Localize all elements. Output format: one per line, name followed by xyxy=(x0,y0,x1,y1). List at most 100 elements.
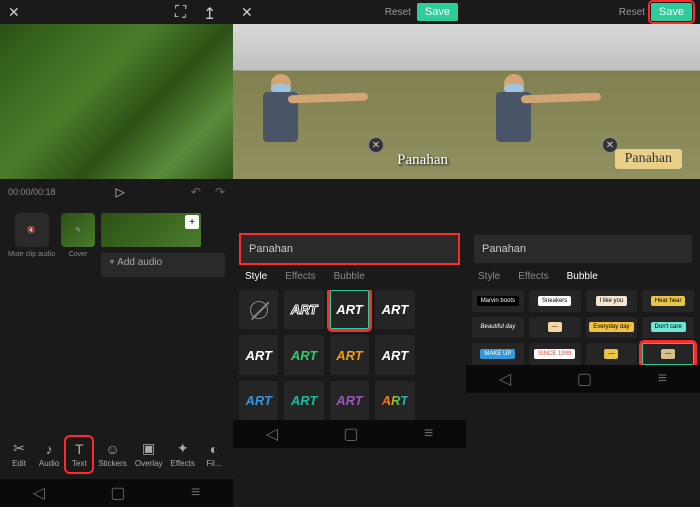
editor-panel: ✕ ⛶ ↥ 00:00/00:18 ▷ ↶ ↷ 🔇 Mute clip audi… xyxy=(0,0,233,507)
style-option[interactable]: ART xyxy=(330,381,369,420)
android-nav: ◁ ▢ ≡ xyxy=(233,420,466,448)
style-tabs: Style Effects Bubble xyxy=(233,263,466,290)
tool-overlay[interactable]: ▣Overlay xyxy=(133,437,165,472)
bubble-option[interactable]: — xyxy=(586,343,638,365)
text-overlay[interactable]: Panahan xyxy=(615,149,682,169)
text-bubble-panel: Reset Save ✕ Panahan Style Effects Bubbl… xyxy=(466,0,700,507)
topbar: ✕ ⛶ ↥ xyxy=(0,0,233,24)
style-option-selected[interactable]: ART xyxy=(330,290,369,329)
tab-style[interactable]: Style xyxy=(245,271,267,282)
tool-filters[interactable]: ◐Fil... xyxy=(201,437,227,472)
android-nav: ◁ ▢ ≡ xyxy=(0,479,233,507)
cover-button[interactable]: ✎ Cover xyxy=(61,213,95,421)
bubble-grid: Marvin boots Sneakers I like you Hear he… xyxy=(466,290,700,365)
timeline: 🔇 Mute clip audio ✎ Cover + + Add audio xyxy=(0,205,233,429)
tool-edit[interactable]: ✂Edit xyxy=(6,437,32,472)
reset-button[interactable]: Reset xyxy=(619,7,645,18)
preview-frame: ✕ Panahan xyxy=(466,24,700,179)
preview-frame: ✕ Panahan xyxy=(233,24,466,179)
clip-thumbnail[interactable]: + xyxy=(101,213,201,247)
mute-clip-button[interactable]: 🔇 Mute clip audio xyxy=(8,213,55,421)
bubble-option[interactable]: Marvin boots xyxy=(472,290,524,312)
mute-label: Mute clip audio xyxy=(8,251,55,258)
home-icon[interactable]: ▢ xyxy=(343,424,358,444)
tab-bubble[interactable]: Bubble xyxy=(567,271,598,282)
style-grid: ART ART ART ART ART ART ART ART ART ART … xyxy=(233,290,466,420)
timecode-row: 00:00/00:18 ▷ ↶ ↷ xyxy=(0,179,233,205)
bubble-option-selected[interactable]: — xyxy=(642,343,694,365)
back-icon[interactable]: ◁ xyxy=(499,369,511,389)
close-icon[interactable]: ✕ xyxy=(8,4,20,21)
save-button[interactable]: Save xyxy=(417,3,458,21)
add-audio-button[interactable]: + Add audio xyxy=(101,253,225,277)
topbar: ✕ Reset Save xyxy=(233,0,466,24)
text-input[interactable] xyxy=(474,235,692,263)
style-option[interactable]: ART xyxy=(330,335,369,374)
tab-bubble[interactable]: Bubble xyxy=(334,271,365,282)
tab-effects[interactable]: Effects xyxy=(518,271,548,282)
text-icon: T xyxy=(75,441,84,457)
recent-icon[interactable]: ≡ xyxy=(191,484,200,502)
video-preview[interactable]: ✕ Panahan xyxy=(466,24,700,179)
bubble-option[interactable]: MAKE UP xyxy=(472,343,524,365)
text-input[interactable] xyxy=(241,235,458,263)
style-option[interactable]: ART xyxy=(284,381,323,420)
style-option[interactable]: ART xyxy=(239,381,278,420)
play-icon[interactable]: ▷ xyxy=(116,185,125,199)
home-icon[interactable]: ▢ xyxy=(577,369,592,389)
style-option[interactable]: ART xyxy=(375,381,414,420)
tab-effects[interactable]: Effects xyxy=(285,271,315,282)
cover-icon: ✎ xyxy=(75,226,81,234)
recent-icon[interactable]: ≡ xyxy=(658,370,667,388)
undo-icon[interactable]: ↶ xyxy=(191,185,201,199)
bubble-option[interactable]: — xyxy=(529,317,581,339)
style-option[interactable]: ART xyxy=(284,335,323,374)
upload-icon[interactable]: ↥ xyxy=(203,4,219,20)
recent-icon[interactable]: ≡ xyxy=(424,425,433,443)
tool-text[interactable]: TText xyxy=(66,437,92,472)
tool-stickers[interactable]: ☺Stickers xyxy=(96,437,128,472)
style-option[interactable]: ART xyxy=(284,290,323,329)
bubble-option[interactable]: Everyday day xyxy=(586,317,638,339)
bubble-option[interactable]: Beautiful day xyxy=(472,317,524,339)
tool-effects[interactable]: ✦Effects xyxy=(169,437,197,472)
save-button[interactable]: Save xyxy=(651,3,692,21)
video-preview[interactable] xyxy=(0,24,233,179)
scissors-icon: ✂ xyxy=(13,441,25,457)
mute-icon: 🔇 xyxy=(27,226,36,234)
cover-label: Cover xyxy=(69,251,88,258)
bubble-option[interactable]: Don't care xyxy=(642,317,694,339)
bubble-option[interactable]: I like you xyxy=(586,290,638,312)
style-tabs: Style Effects Bubble xyxy=(466,263,700,290)
tool-bar: ✂Edit ♪Audio TText ☺Stickers ▣Overlay ✦E… xyxy=(0,429,233,479)
note-icon: ♪ xyxy=(46,441,53,457)
android-nav: ◁ ▢ ≡ xyxy=(466,365,700,393)
effects-icon: ✦ xyxy=(177,441,189,457)
redo-icon[interactable]: ↷ xyxy=(215,185,225,199)
overlay-icon: ▣ xyxy=(142,441,155,457)
home-icon[interactable]: ▢ xyxy=(110,483,125,503)
add-clip-button[interactable]: + xyxy=(185,215,199,229)
tool-audio[interactable]: ♪Audio xyxy=(36,437,62,472)
timecode-text: 00:00/00:18 xyxy=(8,187,56,197)
text-overlay[interactable]: Panahan xyxy=(397,152,448,169)
style-none[interactable] xyxy=(239,290,278,329)
tab-style[interactable]: Style xyxy=(478,271,500,282)
none-icon xyxy=(250,301,268,319)
reset-button[interactable]: Reset xyxy=(385,7,411,18)
back-icon[interactable]: ◁ xyxy=(266,424,278,444)
video-preview[interactable]: ✕ Panahan xyxy=(233,24,466,179)
close-icon[interactable]: ✕ xyxy=(241,4,253,21)
expand-icon[interactable]: ⛶ xyxy=(175,4,191,20)
style-option[interactable]: ART xyxy=(375,290,414,329)
timeline-track[interactable]: + + Add audio xyxy=(101,213,225,421)
bubble-option[interactable]: Sneakers xyxy=(529,290,581,312)
back-icon[interactable]: ◁ xyxy=(33,483,45,503)
text-style-panel: ✕ Reset Save ✕ Panahan Style Effects Bub… xyxy=(233,0,466,507)
style-option[interactable]: ART xyxy=(375,335,414,374)
topbar: Reset Save xyxy=(466,0,700,24)
delete-text-icon[interactable]: ✕ xyxy=(368,137,384,153)
bubble-option[interactable]: Hear hear xyxy=(642,290,694,312)
style-option[interactable]: ART xyxy=(239,335,278,374)
bubble-option[interactable]: SINCE 1999 xyxy=(529,343,581,365)
